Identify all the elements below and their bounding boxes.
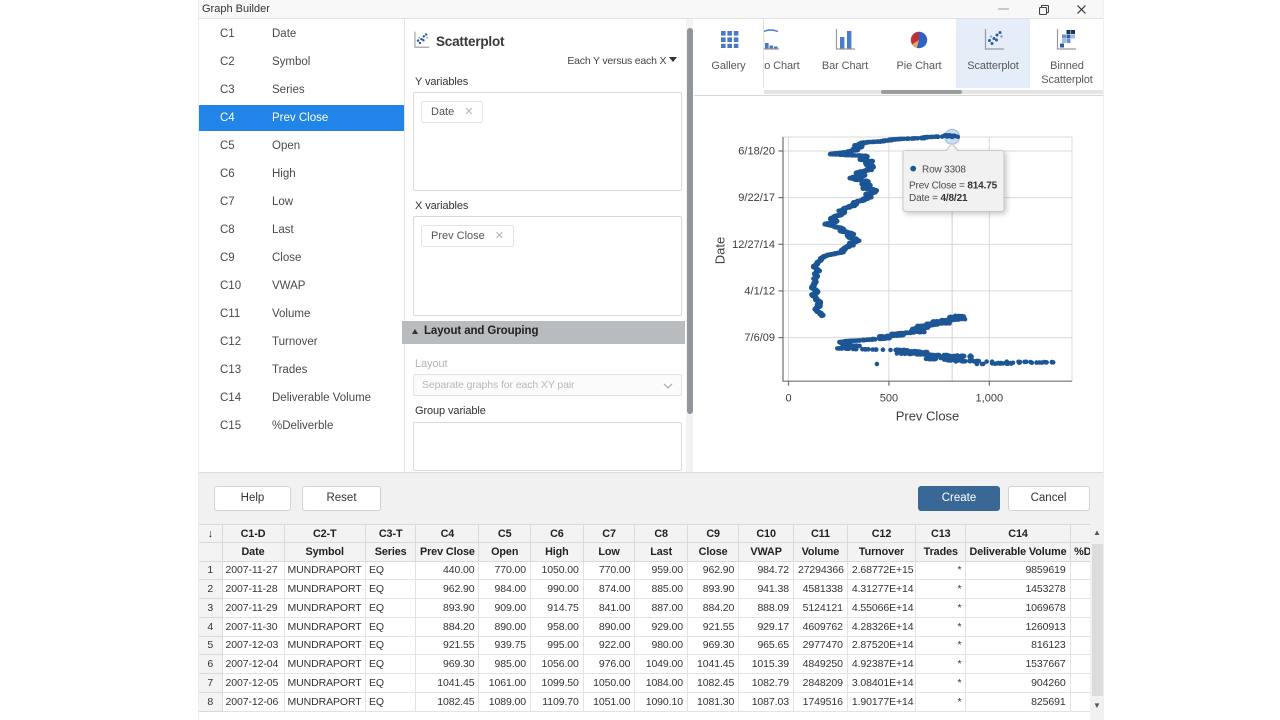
- svg-text:0: 0: [785, 393, 791, 405]
- svg-text:Prev Close = 814.75: Prev Close = 814.75: [909, 181, 998, 192]
- svg-text:Prev Close: Prev Close: [896, 409, 960, 424]
- svg-text:9/22/17: 9/22/17: [738, 192, 775, 204]
- svg-text:Date = 4/8/21: Date = 4/8/21: [909, 193, 968, 204]
- svg-text:Row 3308: Row 3308: [922, 165, 966, 176]
- svg-text:500: 500: [880, 393, 898, 405]
- svg-text:4/1/12: 4/1/12: [744, 286, 775, 298]
- svg-text:7/6/09: 7/6/09: [744, 332, 775, 344]
- svg-text:1,000: 1,000: [976, 393, 1004, 405]
- svg-text:Date: Date: [713, 237, 728, 264]
- svg-text:6/18/20: 6/18/20: [738, 146, 775, 158]
- svg-text:12/27/14: 12/27/14: [732, 239, 775, 251]
